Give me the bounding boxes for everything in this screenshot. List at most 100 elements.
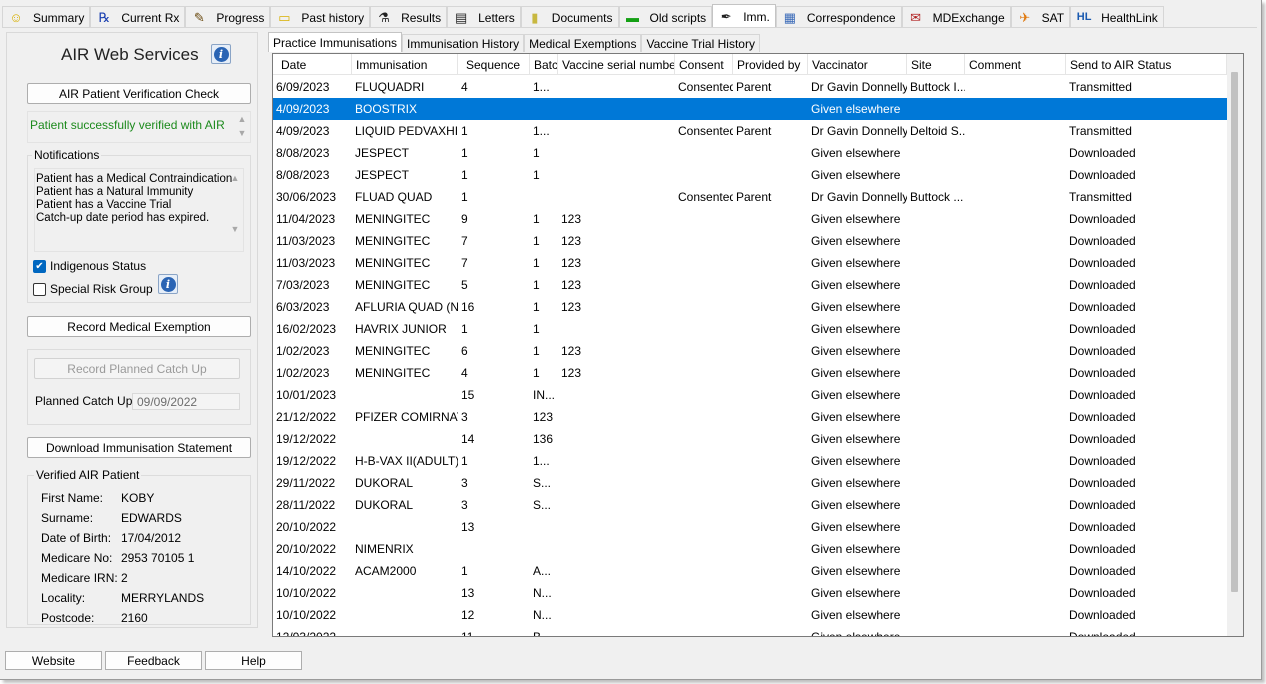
tab-progress[interactable]: ✎ Progress [185, 6, 271, 28]
scroll-up-icon[interactable]: ▲ [235, 114, 249, 124]
table-cell [907, 142, 965, 164]
table-row[interactable]: 11/03/2023 MENINGITEC 7 1 123 Given elsewhere… [273, 252, 1227, 274]
syringe-icon: ✒ [720, 9, 732, 24]
table-row[interactable]: 29/11/2022 DUKORAL 3 S... Given elsewhere Dow… [273, 472, 1227, 494]
table-cell [965, 252, 1066, 274]
table-row[interactable]: 20/10/2022 13 Given elsewhere Downloaded [273, 516, 1227, 538]
column-header-site[interactable]: Site [907, 54, 965, 75]
tab-summary[interactable]: ☺ Summary [2, 6, 91, 28]
column-header-vaccinator[interactable]: Vaccinator [808, 54, 907, 75]
table-row[interactable]: 11/04/2023 MENINGITEC 9 1 123 Given elsewhere… [273, 208, 1227, 230]
tab-vaccine-trial-history[interactable]: Vaccine Trial History [641, 34, 760, 52]
table-cell [965, 406, 1066, 428]
table-row[interactable]: 1/02/2023 MENINGITEC 6 1 123 Given elsewhere D… [273, 340, 1227, 362]
table-cell: B... [533, 630, 552, 637]
tab-correspondence[interactable]: ▦ Correspondence [775, 6, 902, 28]
vertical-scrollbar[interactable] [1227, 54, 1243, 636]
tab-healthlink[interactable]: HL HealthLink [1070, 6, 1164, 28]
table-cell [907, 472, 965, 494]
table-row[interactable]: 8/08/2023 JESPECT 1 1 Given elsewhere Downloa… [273, 164, 1227, 186]
column-header-provided-by[interactable]: Provided by [733, 54, 808, 75]
record-planned-catchup-button[interactable]: Record Planned Catch Up [34, 358, 240, 379]
download-statement-button[interactable]: Download Immunisation Statement [27, 437, 251, 458]
column-header-immunisation[interactable]: Immunisation [352, 54, 458, 75]
table-row[interactable]: 28/11/2022 DUKORAL 3 S... Given elsewhere Dow… [273, 494, 1227, 516]
table-cell [965, 340, 1066, 362]
tab-mdexchange[interactable]: ✉ MDExchange [901, 6, 1011, 28]
table-cell [907, 230, 965, 252]
table-row[interactable]: 10/10/2022 13 N... Given elsewhere Downloade… [273, 582, 1227, 604]
documents-icon: ▮ [531, 10, 539, 25]
table-cell [733, 252, 808, 274]
table-row[interactable]: 21/12/2022 PFIZER COMIRNATY3 123 Given else… [273, 406, 1227, 428]
table-row[interactable]: 8/08/2023 JESPECT 1 1 Given elsewhere Downloa… [273, 142, 1227, 164]
table-row[interactable]: 6/09/2023 FLUQUADRI 4 1... Consented Parent Dr… [273, 76, 1227, 98]
air-info-button[interactable]: i [211, 44, 231, 64]
table-cell: 7/03/2023 [276, 278, 330, 292]
indigenous-status-checkbox[interactable]: ✔ Indigenous Status [33, 259, 146, 273]
table-row[interactable]: 7/03/2023 MENINGITEC 5 1 123 Given elsewhere D… [273, 274, 1227, 296]
tab-imm[interactable]: ✒ Imm. [712, 4, 776, 28]
column-header-consent[interactable]: Consent [675, 54, 733, 75]
table-row[interactable]: 10/10/2022 12 N... Given elsewhere Downloade… [273, 604, 1227, 626]
table-cell: MENINGITEC [355, 234, 431, 248]
table-cell [733, 472, 808, 494]
tab-documents[interactable]: ▮ Documents [520, 6, 619, 28]
table-cell [352, 428, 458, 450]
special-risk-checkbox[interactable]: Special Risk Group [33, 282, 153, 296]
table-row[interactable]: 4/09/2023 BOOSTRIX Given elsewhere [273, 98, 1227, 120]
table-row[interactable]: 20/10/2022 NIMENRIX Given elsewhere Downloa… [273, 538, 1227, 560]
record-medical-exemption-button[interactable]: Record Medical Exemption [27, 316, 251, 337]
scrollbar-thumb[interactable] [1231, 72, 1238, 592]
table-cell [965, 626, 1066, 636]
table-row[interactable]: 19/12/2022 14 136 Given elsewhere Downloaded [273, 428, 1227, 450]
table-cell: 16/02/2023 [276, 322, 337, 336]
folder-icon: ▭ [278, 10, 291, 25]
table-row[interactable]: 16/02/2023 HAVRIX JUNIOR 1 1 Given elsewhere… [273, 318, 1227, 340]
table-cell: 123 [561, 234, 582, 248]
tab-sat[interactable]: ✈ SAT [1010, 6, 1071, 28]
table-row[interactable]: 10/01/2023 15 IN... Given elsewhere Download… [273, 384, 1227, 406]
help-button[interactable]: Help [205, 651, 302, 670]
tab-past-history[interactable]: ▭ Past history [270, 6, 371, 28]
column-header-send-to-air-status[interactable]: Send to AIR Status [1066, 54, 1227, 75]
planned-catchup-field[interactable]: 09/09/2022 [132, 393, 240, 410]
table-row[interactable]: 30/06/2023 FLUAD QUAD 1 Consented Parent Dr G… [273, 186, 1227, 208]
scroll-down-icon[interactable]: ▼ [235, 128, 249, 138]
table-cell [907, 626, 965, 636]
scroll-up-icon[interactable]: ▲ [228, 173, 242, 183]
column-header-vaccine-serial-number[interactable]: Vaccine serial number [558, 54, 675, 75]
table-cell [675, 406, 733, 428]
tab-letters[interactable]: ▤ Letters [447, 6, 521, 28]
column-header-batch[interactable]: Batch [530, 54, 558, 75]
column-header-comment[interactable]: Comment [965, 54, 1066, 75]
table-row[interactable]: 11/03/2023 MENINGITEC 7 1 123 Given elsewhere… [273, 230, 1227, 252]
website-button[interactable]: Website [5, 651, 102, 670]
tab-results[interactable]: ⚗ Results [370, 6, 448, 28]
air-verification-button[interactable]: AIR Patient Verification Check [27, 83, 251, 104]
table-cell [965, 560, 1066, 582]
tab-practice-immunisations[interactable]: Practice Immunisations [268, 32, 403, 52]
table-cell: 1 [533, 300, 540, 314]
tab-label: Summary [33, 10, 85, 25]
table-row[interactable]: 6/03/2023 AFLURIA QUAD (NIP)16 1 123 Given e… [273, 296, 1227, 318]
table-row[interactable]: 4/09/2023 LIQUID PEDVAXHIB 1 1... Consented P… [273, 120, 1227, 142]
tab-current-rx[interactable]: ℞ Current Rx [90, 6, 186, 28]
table-row[interactable]: 12/03/2022 11 B... Given elsewhere Downloade… [273, 626, 1227, 637]
table-cell: Downloaded [1069, 586, 1136, 600]
tab-medical-exemptions[interactable]: Medical Exemptions [524, 34, 642, 52]
table-cell: 28/11/2022 [276, 498, 336, 512]
feedback-button[interactable]: Feedback [105, 651, 202, 670]
special-risk-label: Special Risk Group [50, 282, 153, 296]
table-cell: Dr Gavin Donnelly [811, 190, 907, 204]
scroll-down-icon[interactable]: ▼ [228, 224, 242, 234]
tab-old-scripts[interactable]: ▬ Old scripts [618, 6, 713, 28]
special-risk-info-button[interactable]: i [158, 274, 178, 294]
table-row[interactable]: 19/12/2022 H-B-VAX II(ADULT) 1 1... Given el… [273, 450, 1227, 472]
table-row[interactable]: 1/02/2023 MENINGITEC 4 1 123 Given elsewhere D… [273, 362, 1227, 384]
table-row[interactable]: 14/10/2022 ACAM2000 1 A... Given elsewhere Do… [273, 560, 1227, 582]
table-cell: Downloaded [1069, 498, 1136, 512]
column-header-sequence[interactable]: Sequence [458, 54, 530, 75]
column-header-date[interactable]: Date [273, 54, 352, 75]
tab-immunisation-history[interactable]: Immunisation History [402, 34, 525, 52]
